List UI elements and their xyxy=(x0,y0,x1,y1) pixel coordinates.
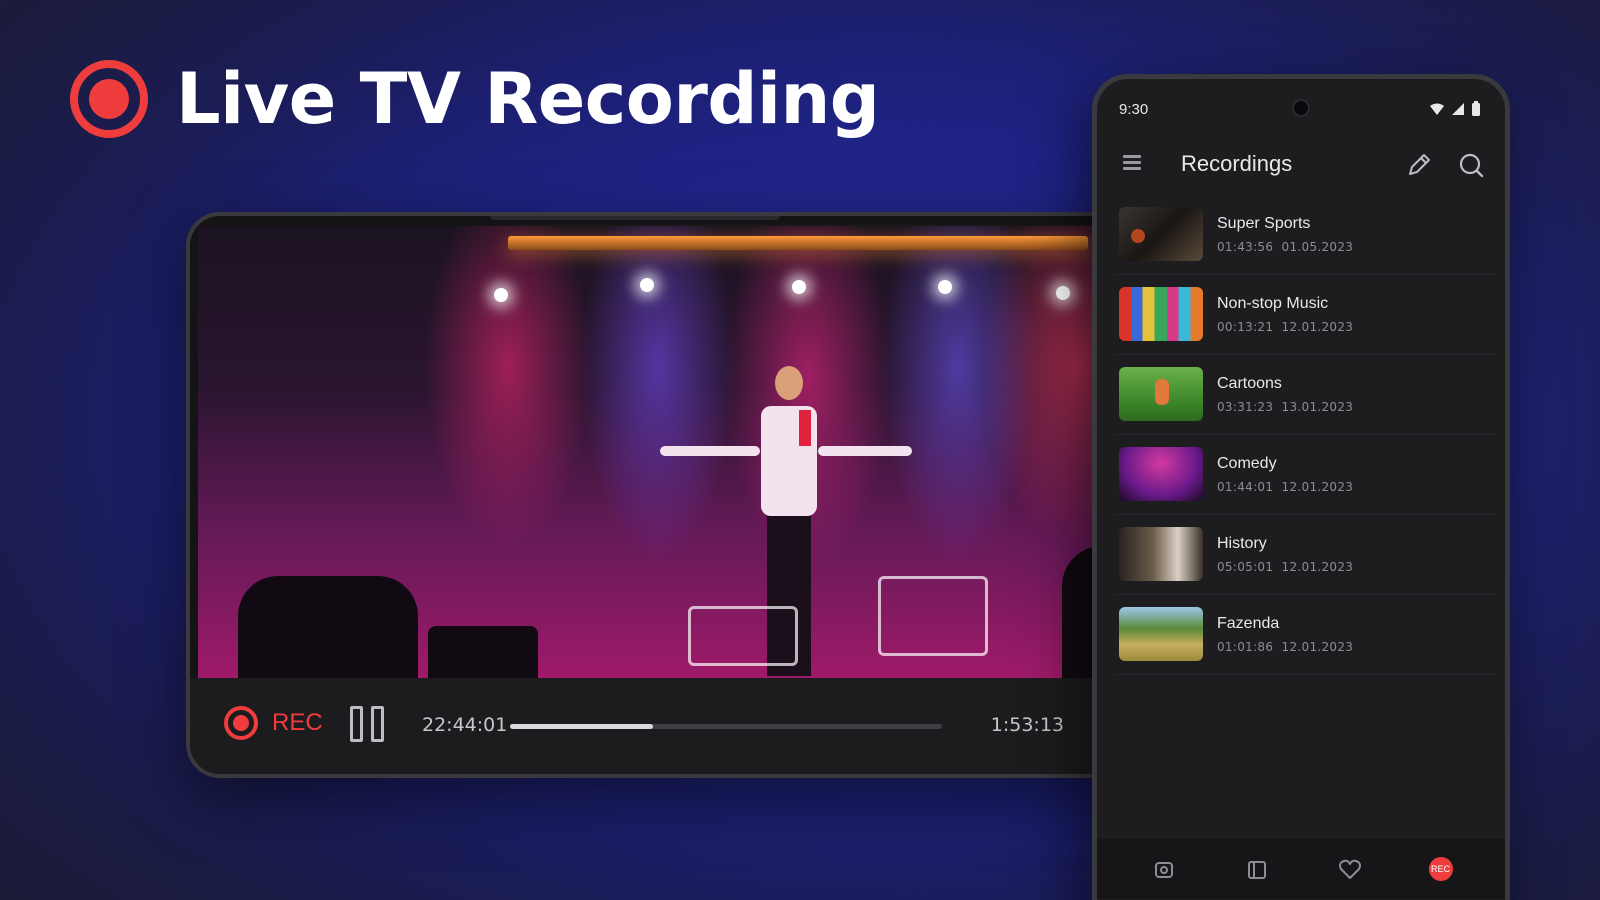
edit-icon[interactable] xyxy=(1405,151,1433,179)
battery-icon xyxy=(1472,101,1480,116)
record-icon xyxy=(224,706,258,740)
front-camera xyxy=(1292,99,1310,117)
recording-meta: 00:13:21 12.01.2023 xyxy=(1217,320,1354,334)
list-item[interactable]: Comedy 01:44:01 12.01.2023 xyxy=(1115,435,1495,515)
recording-meta: 05:05:01 12.01.2023 xyxy=(1217,560,1354,574)
performer-arm xyxy=(660,446,760,456)
recording-title: Fazenda xyxy=(1217,615,1280,632)
guide-icon[interactable] xyxy=(1243,855,1271,883)
app-bar: Recordings xyxy=(1097,135,1505,195)
recording-meta: 01:01:86 12.01.2023 xyxy=(1217,640,1354,654)
seek-progress xyxy=(510,724,653,729)
list-item[interactable]: Non-stop Music 00:13:21 12.01.2023 xyxy=(1115,275,1495,355)
nav-rec-label: REC xyxy=(1430,864,1450,874)
thumbnail-cartoon xyxy=(1119,367,1203,421)
phone-side-button xyxy=(1507,299,1510,359)
recording-title: Super Sports xyxy=(1217,215,1311,232)
list-item[interactable]: Cartoons 03:31:23 13.01.2023 xyxy=(1115,355,1495,435)
recording-meta: 01:44:01 12.01.2023 xyxy=(1217,480,1354,494)
spotlight xyxy=(792,280,806,294)
rec-icon[interactable]: REC xyxy=(1428,857,1453,881)
record-icon xyxy=(70,60,148,138)
list-item[interactable]: History 05:05:01 12.01.2023 xyxy=(1115,515,1495,595)
recording-title: Non-stop Music xyxy=(1217,295,1329,312)
recording-title: Comedy xyxy=(1217,455,1277,472)
page-title: Live TV Recording xyxy=(176,58,880,140)
audience-silhouette xyxy=(238,576,418,686)
spotlight xyxy=(938,280,952,294)
recording-title: Cartoons xyxy=(1217,375,1282,392)
portrait-phone: 9:30 Recordings Super Sports 01:43:56 01… xyxy=(1092,74,1510,900)
spotlight xyxy=(494,288,508,302)
rec-button[interactable]: REC xyxy=(224,706,323,740)
performer-arm xyxy=(818,446,912,456)
list-item[interactable]: Fazenda 01:01:86 12.01.2023 xyxy=(1115,595,1495,675)
search-icon[interactable] xyxy=(1457,151,1485,179)
stage-light-bar xyxy=(508,236,1088,250)
headline: Live TV Recording xyxy=(70,58,880,140)
thumbnail-farm xyxy=(1119,607,1203,661)
recordings-list: Super Sports 01:43:56 01.05.2023 Non-sto… xyxy=(1115,195,1495,675)
spotlight xyxy=(640,278,654,292)
thumbnail-history xyxy=(1119,527,1203,581)
phone-side-button xyxy=(1507,379,1510,489)
recording-meta: 01:43:56 01.05.2023 xyxy=(1217,240,1354,254)
stage-prop xyxy=(688,606,798,666)
audience-silhouette xyxy=(428,626,538,686)
phone-notch xyxy=(490,216,780,220)
spotlight xyxy=(1056,286,1070,300)
landscape-phone: REC 22:44:01 1:53:13 xyxy=(186,212,1146,778)
total-time: 1:53:13 xyxy=(990,714,1064,736)
favorites-icon[interactable] xyxy=(1336,855,1364,883)
pause-icon[interactable] xyxy=(350,706,388,742)
player-controls: REC 22:44:01 1:53:13 xyxy=(190,678,1142,774)
thumbnail-comedy xyxy=(1119,447,1203,501)
list-item[interactable]: Super Sports 01:43:56 01.05.2023 xyxy=(1115,195,1495,275)
status-icons xyxy=(1429,101,1481,117)
bottom-nav: REC xyxy=(1097,839,1505,899)
stage-prop xyxy=(878,576,988,656)
home-icon[interactable] xyxy=(1150,855,1178,883)
current-time: 22:44:01 xyxy=(422,714,508,736)
signal-icon xyxy=(1452,103,1464,115)
rec-label: REC xyxy=(272,709,323,736)
wifi-icon xyxy=(1430,103,1444,115)
thumbnail-sports xyxy=(1119,207,1203,261)
status-time: 9:30 xyxy=(1119,100,1149,118)
recording-meta: 03:31:23 13.01.2023 xyxy=(1217,400,1354,414)
recording-title: History xyxy=(1217,535,1267,552)
video-frame[interactable] xyxy=(198,226,1142,686)
menu-icon[interactable] xyxy=(1123,155,1141,171)
seek-bar[interactable] xyxy=(510,724,942,729)
app-title: Recordings xyxy=(1181,151,1293,176)
thumbnail-music xyxy=(1119,287,1203,341)
